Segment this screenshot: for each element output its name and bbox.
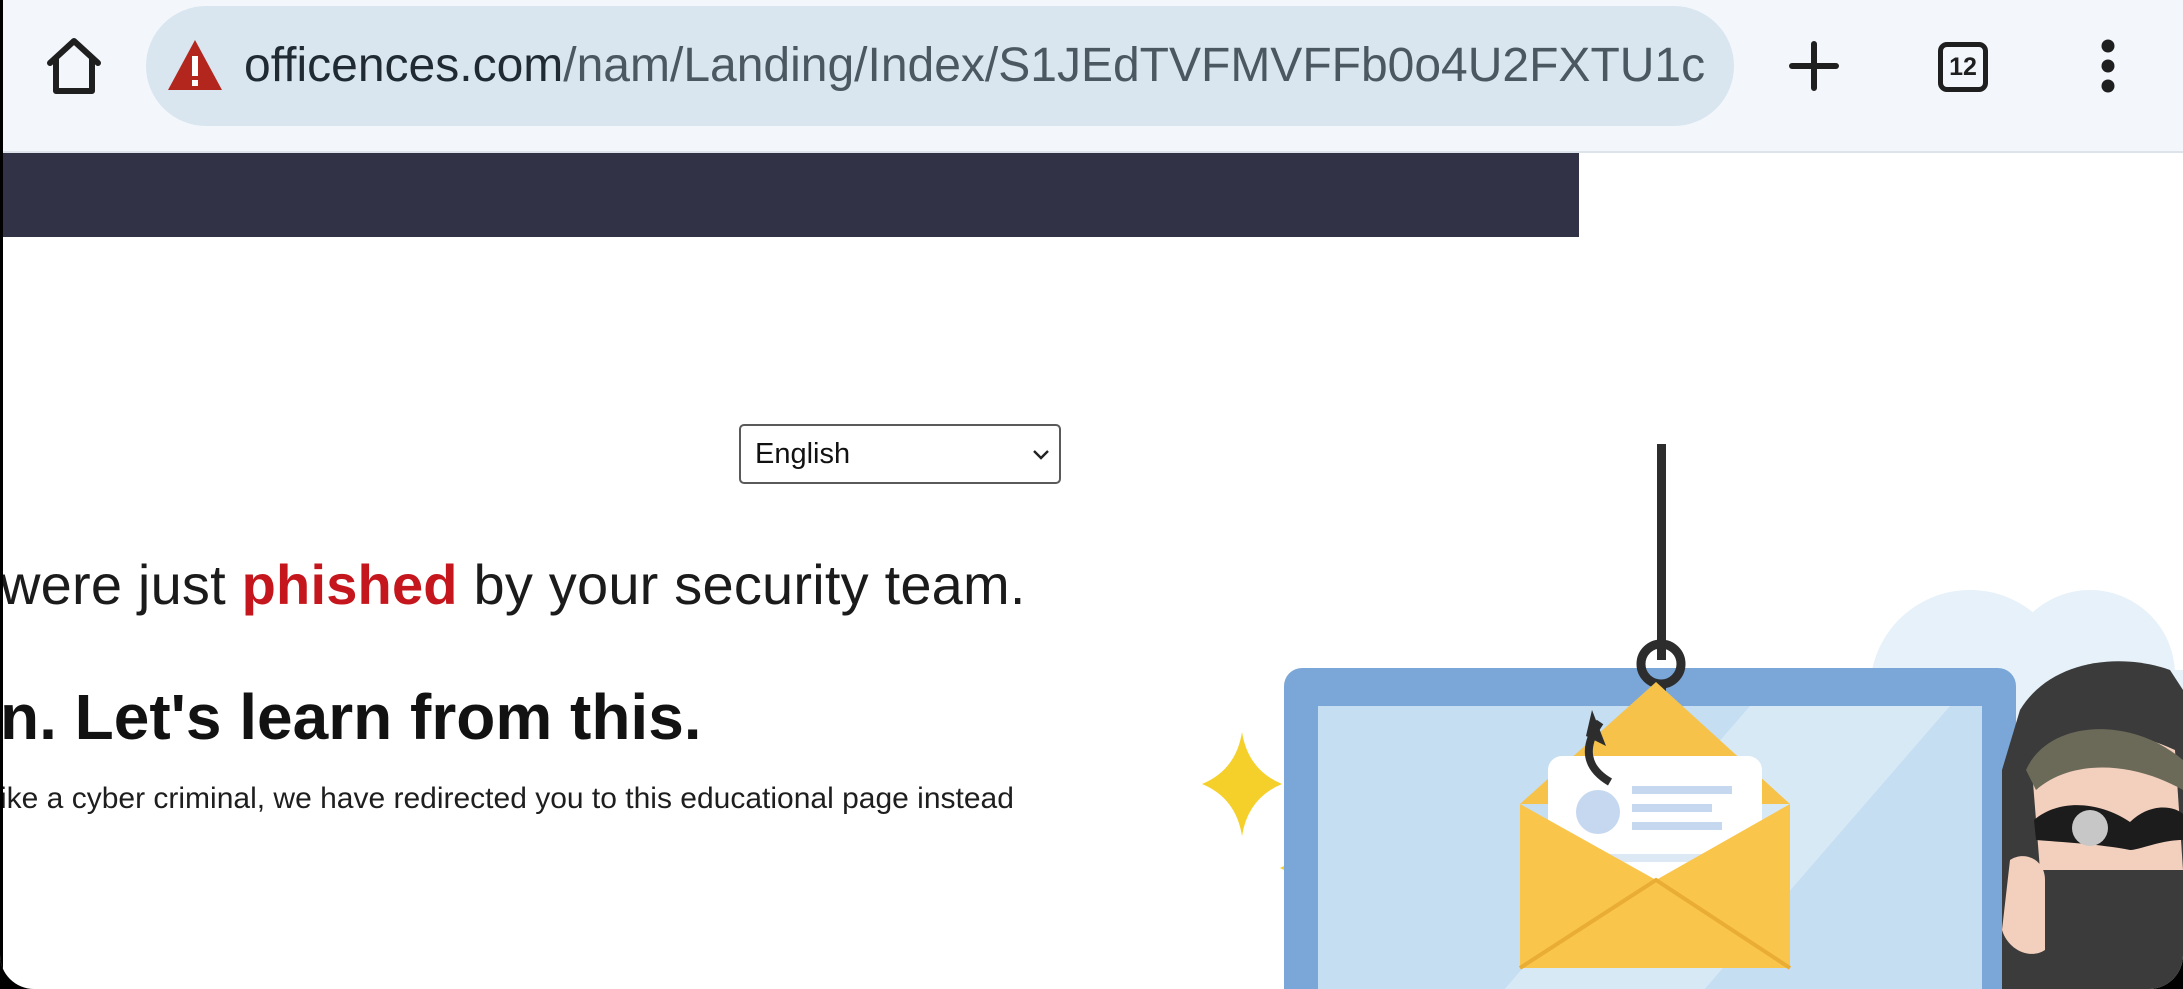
phishing-illustration — [1202, 444, 2183, 989]
menu-button[interactable] — [2090, 36, 2126, 96]
tab-switcher-button[interactable]: 12 — [1934, 38, 1992, 96]
language-select[interactable]: English — [739, 424, 1061, 484]
educational-body-text: ike a cyber criminal, we have redirected… — [0, 782, 1014, 815]
plus-icon — [1789, 41, 1839, 91]
hacker-character — [2002, 661, 2183, 989]
address-bar[interactable]: officences.com/nam/Landing/Index/S1JEdTV… — [146, 6, 1734, 126]
chevron-down-icon — [1033, 450, 1049, 460]
url-text[interactable]: officences.com/nam/Landing/Index/S1JEdTV… — [244, 6, 1714, 126]
language-select-value: English — [755, 437, 851, 470]
tab-count-badge: 12 — [1938, 42, 1988, 92]
sparkle-large — [1202, 732, 1282, 836]
home-icon — [47, 38, 101, 94]
warning-triangle-icon[interactable] — [166, 36, 224, 96]
more-vert-icon — [2101, 39, 2115, 93]
url-path: /nam/Landing/Index/S1JEdTVFMVFFb0o4U2FXT… — [563, 39, 1706, 92]
headline-emphasis: phished — [241, 553, 458, 616]
home-button[interactable] — [38, 25, 110, 105]
page-header-band — [0, 153, 1579, 237]
browser-screen: officences.com/nam/Landing/Index/S1JEdTV… — [0, 0, 2183, 989]
learn-subheadline: n. Let's learn from this. — [0, 681, 702, 753]
screen-edge — [0, 0, 3, 989]
headline-post: by your security team. — [457, 553, 1026, 616]
headline-pre: were just — [0, 553, 242, 616]
url-domain: officences.com — [244, 39, 564, 92]
browser-toolbar: officences.com/nam/Landing/Index/S1JEdTV… — [0, 0, 2183, 153]
phished-headline: were just phished by your security team. — [0, 552, 1026, 617]
new-tab-button[interactable] — [1782, 30, 1846, 102]
